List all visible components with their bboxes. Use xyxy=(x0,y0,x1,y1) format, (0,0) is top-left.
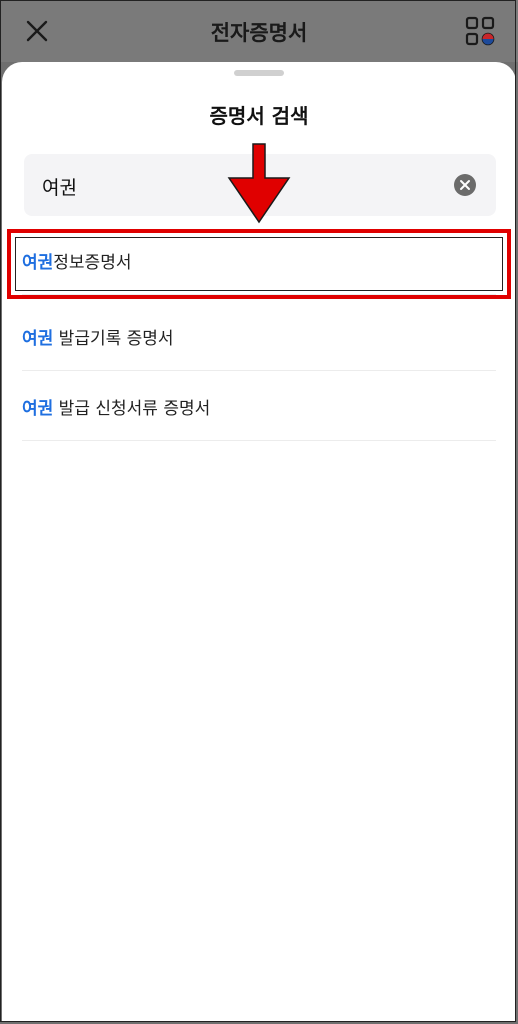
result-item-passport-issuance-record[interactable]: 여권 발급기록 증명서 xyxy=(22,300,496,371)
sheet-title: 증명서 검색 xyxy=(209,104,309,128)
result-rest: 발급기록 증명서 xyxy=(53,329,174,349)
annotation-arrow-icon xyxy=(227,143,291,224)
result-rest: 발급 신청서류 증명서 xyxy=(53,399,211,419)
result-label: 여권 발급 신청서류 증명서 xyxy=(22,394,210,419)
result-item-passport-application-docs[interactable]: 여권 발급 신청서류 증명서 xyxy=(22,370,496,441)
result-label: 여권 발급기록 증명서 xyxy=(22,324,174,349)
grid-menu-icon xyxy=(465,16,495,46)
result-highlight: 여권 xyxy=(22,329,54,349)
result-highlight: 여권 xyxy=(22,253,54,273)
result-highlight: 여권 xyxy=(22,399,54,419)
clear-icon xyxy=(460,180,470,190)
page-title: 전자증명서 xyxy=(210,21,308,45)
result-label: 여권정보증명서 xyxy=(22,248,131,273)
drag-handle[interactable] xyxy=(234,70,284,76)
menu-button[interactable] xyxy=(464,15,496,47)
result-item-passport-info[interactable]: 여권정보증명서 xyxy=(22,224,496,295)
result-rest: 정보증명서 xyxy=(53,253,132,273)
top-app-bar: 전자증명서 xyxy=(0,0,518,62)
clear-button[interactable] xyxy=(454,174,476,196)
